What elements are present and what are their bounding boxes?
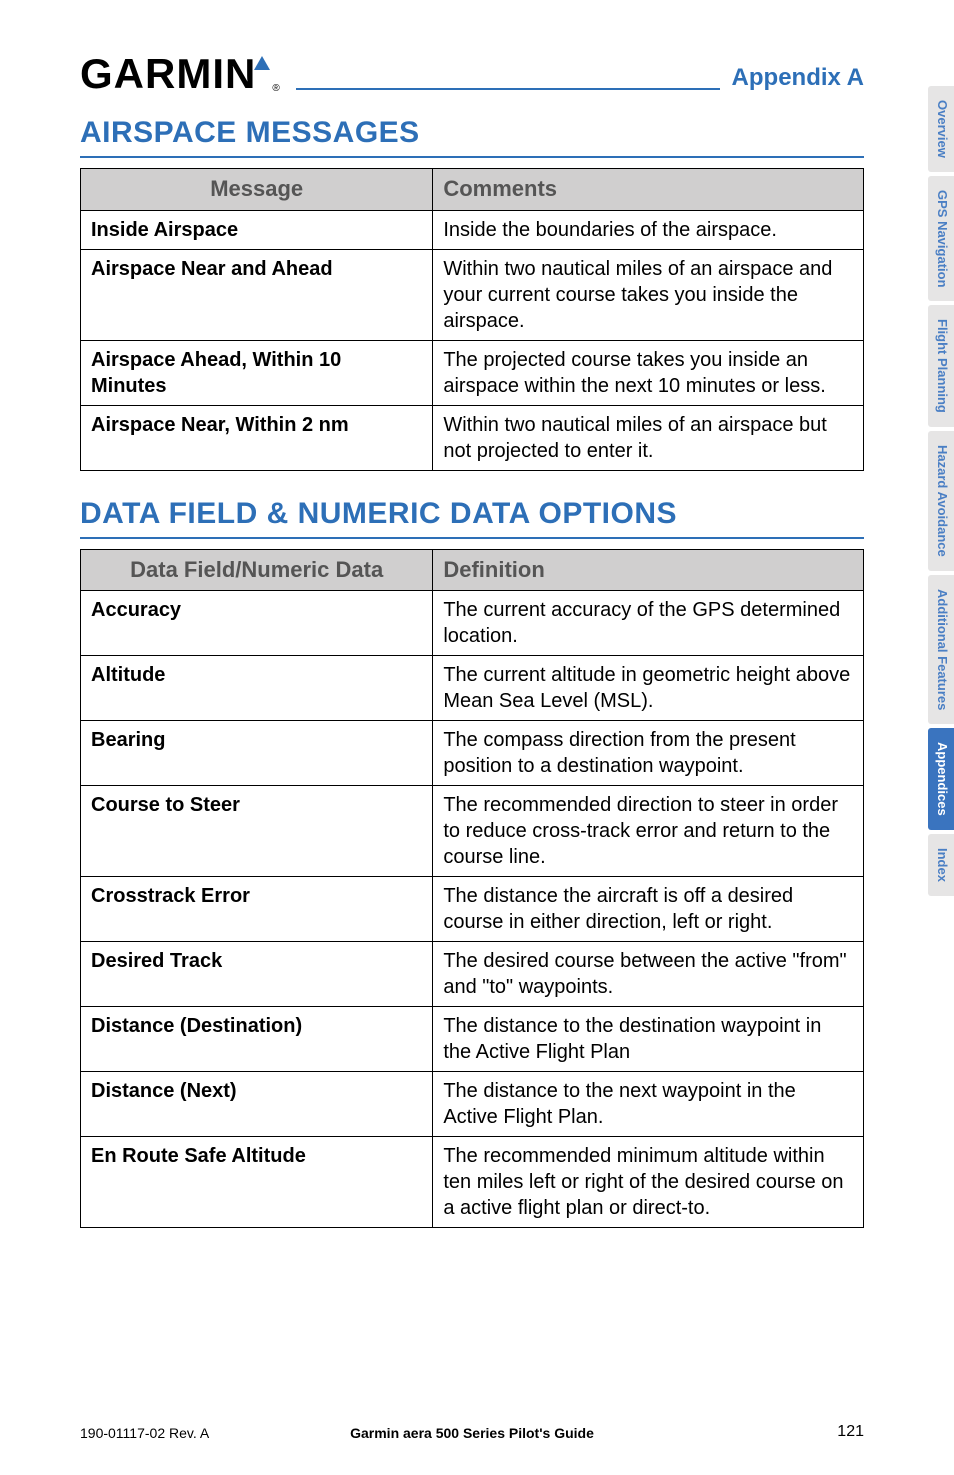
- row-label: Bearing: [81, 721, 433, 786]
- brand-logo: GARMIN ®: [80, 50, 280, 98]
- row-label: Crosstrack Error: [81, 877, 433, 942]
- airspace-col2-header: Comments: [433, 169, 864, 211]
- row-definition: Within two nautical miles of an airspace…: [433, 249, 864, 340]
- side-tabs: Overview GPS Navigation Flight Planning …: [928, 86, 954, 900]
- datafields-table: Data Field/Numeric Data Definition Accur…: [80, 549, 864, 1229]
- row-label: Airspace Near, Within 2 nm: [81, 405, 433, 470]
- row-label: Desired Track: [81, 942, 433, 1007]
- row-label: Distance (Destination): [81, 1007, 433, 1072]
- table-header-row: Data Field/Numeric Data Definition: [81, 549, 864, 591]
- row-definition: The compass direction from the present p…: [433, 721, 864, 786]
- datafields-col2-header: Definition: [433, 549, 864, 591]
- section-rule: [80, 537, 864, 539]
- table-row: Desired Track The desired course between…: [81, 942, 864, 1007]
- header-rule: [296, 88, 720, 90]
- table-row: Airspace Near and Ahead Within two nauti…: [81, 249, 864, 340]
- table-row: Accuracy The current accuracy of the GPS…: [81, 591, 864, 656]
- row-definition: The distance the aircraft is off a desir…: [433, 877, 864, 942]
- table-row: Airspace Near, Within 2 nm Within two na…: [81, 405, 864, 470]
- appendix-title: Appendix A: [732, 64, 864, 92]
- table-row: Distance (Destination) The distance to t…: [81, 1007, 864, 1072]
- airspace-col1-header: Message: [81, 169, 433, 211]
- tab-gps-navigation[interactable]: GPS Navigation: [928, 176, 954, 302]
- row-label: Airspace Near and Ahead: [81, 249, 433, 340]
- row-definition: Inside the boundaries of the airspace.: [433, 210, 864, 249]
- table-row: Inside Airspace Inside the boundaries of…: [81, 210, 864, 249]
- row-definition: The desired course between the active "f…: [433, 942, 864, 1007]
- table-row: Distance (Next) The distance to the next…: [81, 1072, 864, 1137]
- row-definition: The current altitude in geometric height…: [433, 656, 864, 721]
- row-label: Altitude: [81, 656, 433, 721]
- airspace-heading: AIRSPACE MESSAGES: [80, 116, 864, 150]
- row-definition: The recommended direction to steer in or…: [433, 786, 864, 877]
- brand-triangle-icon: [254, 56, 270, 70]
- datafields-col1-header: Data Field/Numeric Data: [81, 549, 433, 591]
- page-footer: 190-01117-02 Rev. A Garmin aera 500 Seri…: [80, 1423, 864, 1441]
- tab-overview[interactable]: Overview: [928, 86, 954, 172]
- airspace-table: Message Comments Inside Airspace Inside …: [80, 168, 864, 471]
- row-definition: The distance to the destination waypoint…: [433, 1007, 864, 1072]
- table-row: Altitude The current altitude in geometr…: [81, 656, 864, 721]
- page-container: GARMIN ® Appendix A AIRSPACE MESSAGES Me…: [0, 0, 954, 1475]
- tab-appendices[interactable]: Appendices: [928, 728, 954, 830]
- table-header-row: Message Comments: [81, 169, 864, 211]
- footer-page-number: 121: [837, 1423, 864, 1441]
- row-label: En Route Safe Altitude: [81, 1137, 433, 1228]
- footer-doc-rev: 190-01117-02 Rev. A: [80, 1425, 209, 1441]
- table-row: En Route Safe Altitude The recommended m…: [81, 1137, 864, 1228]
- row-label: Inside Airspace: [81, 210, 433, 249]
- datafields-heading: DATA FIELD & NUMERIC DATA OPTIONS: [80, 497, 864, 531]
- tab-hazard-avoidance[interactable]: Hazard Avoidance: [928, 431, 954, 571]
- tab-index[interactable]: Index: [928, 834, 954, 896]
- row-label: Distance (Next): [81, 1072, 433, 1137]
- table-row: Crosstrack Error The distance the aircra…: [81, 877, 864, 942]
- row-definition: The projected course takes you inside an…: [433, 340, 864, 405]
- table-row: Bearing The compass direction from the p…: [81, 721, 864, 786]
- footer-guide-title: Garmin aera 500 Series Pilot's Guide: [350, 1425, 594, 1441]
- row-label: Accuracy: [81, 591, 433, 656]
- section-rule: [80, 156, 864, 158]
- row-label: Course to Steer: [81, 786, 433, 877]
- tab-flight-planning[interactable]: Flight Planning: [928, 305, 954, 427]
- tab-additional-features[interactable]: Additional Features: [928, 575, 954, 724]
- row-definition: Within two nautical miles of an airspace…: [433, 405, 864, 470]
- registered-mark: ®: [272, 83, 279, 94]
- table-row: Course to Steer The recommended directio…: [81, 786, 864, 877]
- table-row: Airspace Ahead, Within 10 Minutes The pr…: [81, 340, 864, 405]
- brand-text: GARMIN: [80, 50, 256, 98]
- row-definition: The distance to the next waypoint in the…: [433, 1072, 864, 1137]
- row-definition: The recommended minimum altitude within …: [433, 1137, 864, 1228]
- row-label: Airspace Ahead, Within 10 Minutes: [81, 340, 433, 405]
- page-header: GARMIN ® Appendix A: [80, 50, 864, 98]
- row-definition: The current accuracy of the GPS determin…: [433, 591, 864, 656]
